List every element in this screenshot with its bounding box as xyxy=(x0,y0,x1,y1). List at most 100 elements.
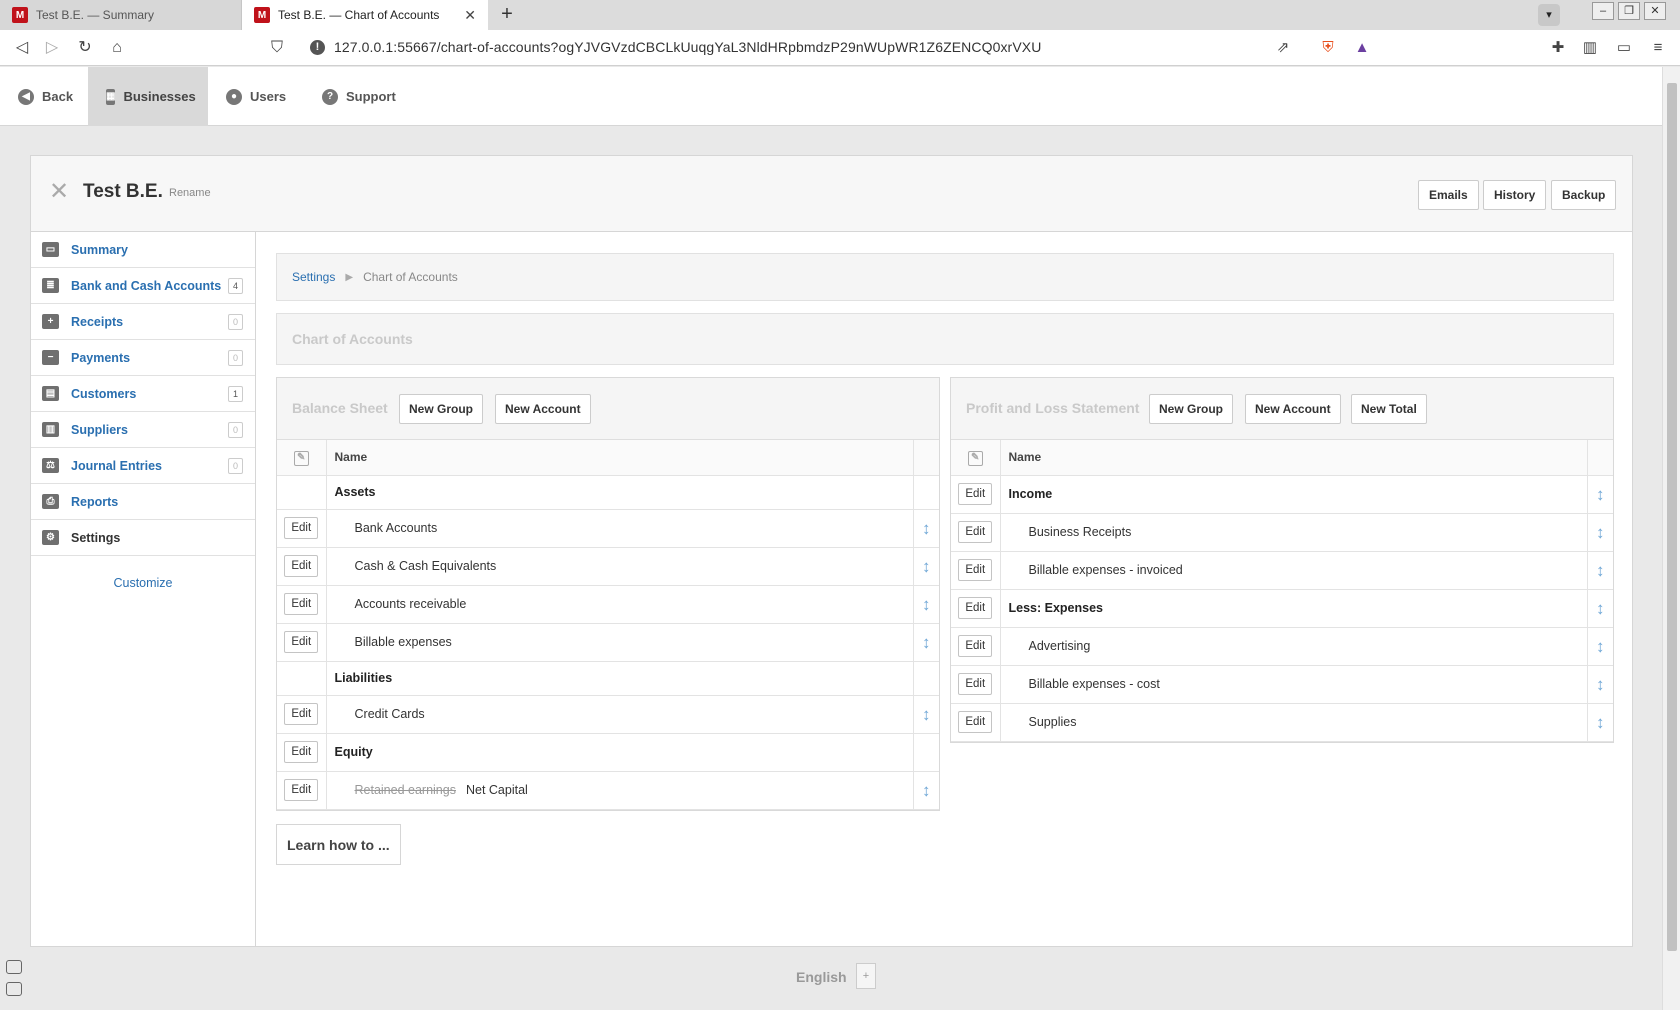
back-arrow-icon[interactable]: ◁ xyxy=(12,38,32,58)
rename-link[interactable]: Rename xyxy=(169,187,211,199)
drag-handle-icon[interactable]: ↕ xyxy=(922,781,931,800)
edit-button[interactable]: Edit xyxy=(284,741,319,763)
drag-handle-icon[interactable]: ↕ xyxy=(1596,485,1605,504)
bs-new-group-button[interactable]: New Group xyxy=(399,394,484,424)
restore-icon[interactable]: ❐ xyxy=(1618,2,1640,20)
sidebar-item-settings[interactable]: ⚙ Settings xyxy=(31,520,255,556)
account-name: Billable expenses - cost xyxy=(1028,677,1160,691)
history-button[interactable]: History xyxy=(1483,180,1547,210)
home-icon[interactable]: ⌂ xyxy=(107,38,127,58)
drag-handle-icon[interactable]: ↕ xyxy=(922,519,931,538)
pl-new-total-button[interactable]: New Total xyxy=(1351,394,1427,424)
account-name: Cash & Cash Equivalents xyxy=(354,559,497,573)
table-row: Edit Equity xyxy=(277,733,939,772)
scrollbar-thumb[interactable] xyxy=(1667,83,1677,951)
edit-button[interactable]: Edit xyxy=(958,673,993,695)
drag-handle-icon[interactable]: ↕ xyxy=(1596,561,1605,580)
tab-search-chevron-icon[interactable]: ▾ xyxy=(1538,4,1560,26)
edit-button[interactable]: Edit xyxy=(284,593,319,615)
drag-handle-icon[interactable]: ↕ xyxy=(922,633,931,652)
page-scrollbar[interactable] xyxy=(1662,67,1680,1010)
sidebar-item-customers[interactable]: ▤ Customers 1 xyxy=(31,376,255,412)
back-nav-button[interactable]: ◀ Back xyxy=(0,67,91,126)
edit-button[interactable]: Edit xyxy=(284,631,319,653)
drag-handle-icon[interactable]: ↕ xyxy=(922,705,931,724)
group-name: Assets xyxy=(334,485,376,499)
edit-button[interactable]: Edit xyxy=(958,635,993,657)
browser-tab-chart-of-accounts[interactable]: M Test B.E. — Chart of Accounts ✕ xyxy=(242,0,488,30)
table-row: Edit Bank Accounts ↕ xyxy=(277,509,939,548)
language-selector[interactable]: English xyxy=(796,969,847,985)
brave-shield-icon[interactable]: ⛨ xyxy=(1318,38,1338,58)
sidebar-item-journal-entries[interactable]: ⚖ Journal Entries 0 xyxy=(31,448,255,484)
minimize-icon[interactable]: – xyxy=(1592,2,1614,20)
menu-icon[interactable]: ≡ xyxy=(1648,38,1668,58)
drag-handle-icon[interactable]: ↕ xyxy=(922,595,931,614)
edit-button[interactable]: Edit xyxy=(284,703,319,725)
edit-button[interactable]: Edit xyxy=(958,597,993,619)
wallet-icon[interactable]: ▭ xyxy=(1614,38,1634,58)
new-tab-icon[interactable]: + xyxy=(496,4,518,26)
sidebar-item-suppliers[interactable]: ▥ Suppliers 0 xyxy=(31,412,255,448)
app-top-nav: ◀ Back ▦ Businesses ● Users ? Support xyxy=(0,67,1662,126)
sidebar-item-bank-and-cash[interactable]: ≣ Bank and Cash Accounts 4 xyxy=(31,268,255,304)
address-bar: ◁ ▷ ↻ ⌂ ⛉ ! 127.0.0.1:55667/chart-of-acc… xyxy=(0,30,1680,66)
edit-button[interactable]: Edit xyxy=(284,517,319,539)
monitor-icon: ▭ xyxy=(42,242,59,257)
learn-how-button[interactable]: Learn how to ... xyxy=(276,824,401,865)
table-row: Edit Advertising ↕ xyxy=(951,627,1613,666)
drag-handle-icon[interactable]: ↕ xyxy=(1596,675,1605,694)
support-nav-button[interactable]: ? Support xyxy=(304,67,414,126)
building-icon: ▦ xyxy=(106,88,116,105)
brave-rewards-icon[interactable]: ▲ xyxy=(1352,38,1372,58)
reload-icon[interactable]: ↻ xyxy=(75,38,95,58)
site-info-icon[interactable]: ! xyxy=(310,40,325,55)
bookmark-icon[interactable]: ⛉ xyxy=(267,38,287,58)
businesses-nav-button[interactable]: ▦ Businesses xyxy=(88,67,208,126)
table-row: Edit Less: Expenses ↕ xyxy=(951,589,1613,628)
edit-button[interactable]: Edit xyxy=(958,711,993,733)
users-nav-button[interactable]: ● Users xyxy=(208,67,304,126)
sidebar-item-receipts[interactable]: + Receipts 0 xyxy=(31,304,255,340)
edit-button[interactable]: Edit xyxy=(958,483,993,505)
drag-handle-icon[interactable]: ↕ xyxy=(1596,713,1605,732)
edit-button[interactable]: Edit xyxy=(958,521,993,543)
browser-tab-summary[interactable]: M Test B.E. — Summary xyxy=(0,0,242,30)
table-row: Edit Supplies ↕ xyxy=(951,703,1613,742)
reading-mode-icon[interactable] xyxy=(6,960,22,974)
edit-button[interactable]: Edit xyxy=(284,779,319,801)
sidebar-panel-icon[interactable] xyxy=(6,982,22,996)
bs-new-account-button[interactable]: New Account xyxy=(495,394,591,424)
drag-handle-icon[interactable]: ↕ xyxy=(1596,523,1605,542)
drag-handle-icon[interactable]: ↕ xyxy=(922,557,931,576)
drag-handle-icon[interactable]: ↕ xyxy=(1596,599,1605,618)
business-panel: ✕ Test B.E. Rename Emails History Backup… xyxy=(30,155,1633,947)
language-add-button[interactable]: + xyxy=(856,963,876,989)
account-name: Supplies xyxy=(1028,715,1077,729)
sidebar-item-payments[interactable]: − Payments 0 xyxy=(31,340,255,376)
customize-link[interactable]: Customize xyxy=(31,576,255,590)
backup-button[interactable]: Backup xyxy=(1551,180,1617,210)
sidebar-item-reports[interactable]: ⎙ Reports xyxy=(31,484,255,520)
close-tab-icon[interactable]: ✕ xyxy=(464,7,476,24)
url-field[interactable]: 127.0.0.1:55667/chart-of-accounts?ogYJVG… xyxy=(334,39,1041,55)
pl-new-account-button[interactable]: New Account xyxy=(1245,394,1341,424)
edit-button[interactable]: Edit xyxy=(958,559,993,581)
sidebar-toggle-icon[interactable]: ▥ xyxy=(1580,38,1600,58)
edit-button[interactable]: Edit xyxy=(284,555,319,577)
table-row: Assets xyxy=(277,475,939,510)
sidebar-item-label: Customers xyxy=(71,386,137,401)
sidebar-item-summary[interactable]: ▭ Summary xyxy=(31,232,255,268)
emails-button[interactable]: Emails xyxy=(1418,180,1479,210)
drag-handle-icon[interactable]: ↕ xyxy=(1596,637,1605,656)
extensions-icon[interactable]: ✚ xyxy=(1548,38,1568,58)
share-icon[interactable]: ⇗ xyxy=(1273,38,1293,58)
close-business-icon[interactable]: ✕ xyxy=(49,180,69,204)
close-window-icon[interactable]: ✕ xyxy=(1644,2,1666,20)
forward-arrow-icon[interactable]: ▷ xyxy=(42,38,62,58)
pl-new-group-button[interactable]: New Group xyxy=(1149,394,1234,424)
breadcrumb-settings-link[interactable]: Settings xyxy=(292,270,335,284)
printer-icon: ⎙ xyxy=(42,494,59,509)
account-name: Billable expenses - invoiced xyxy=(1028,563,1183,577)
table-row: Edit Business Receipts ↕ xyxy=(951,513,1613,552)
